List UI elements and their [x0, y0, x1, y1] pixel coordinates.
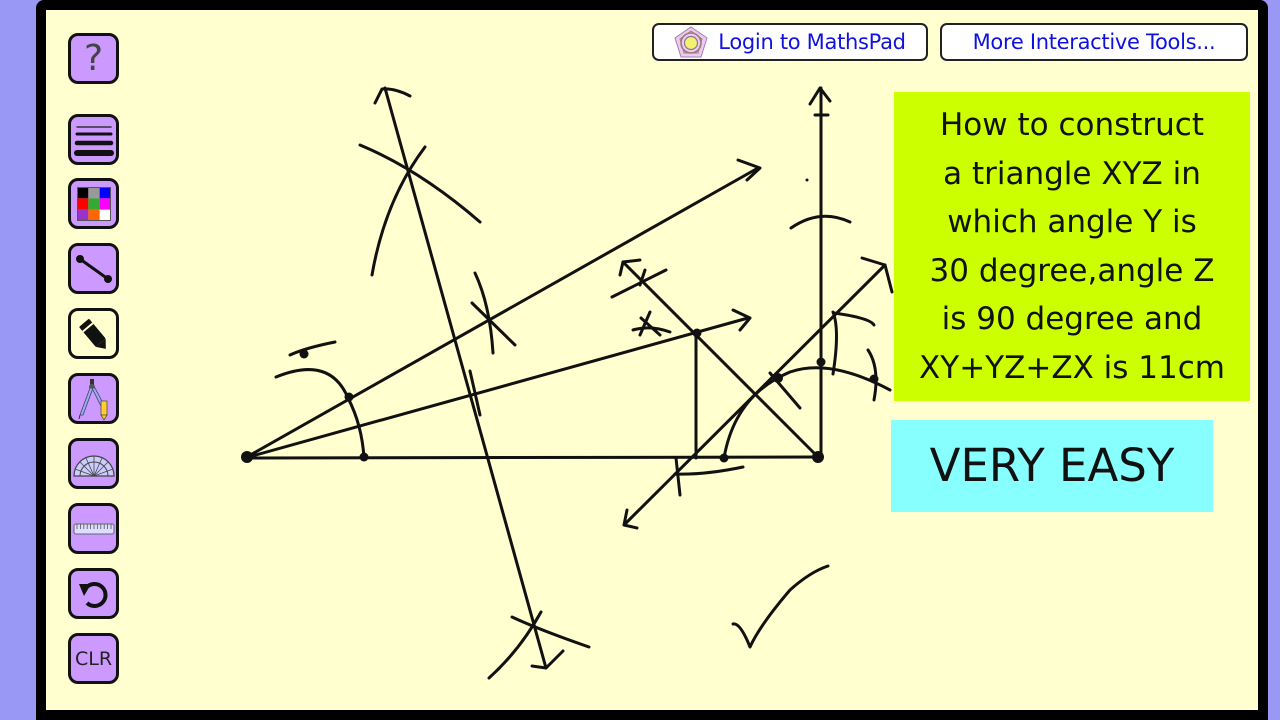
arc-mark-b2 [832, 311, 876, 327]
label-l: L [703, 147, 722, 187]
bisector-ray-a [243, 316, 750, 460]
point-arc-b-45 [773, 373, 783, 383]
point-a [241, 451, 253, 463]
label-y: Y [509, 469, 531, 509]
base-line-ab [243, 455, 820, 460]
point-arc-b-right [869, 374, 879, 384]
label-m: M [845, 102, 874, 142]
perpendicular-bisector-1 [383, 86, 548, 670]
question-line: which angle Y is [947, 204, 1197, 240]
question-line: 30 degree,angle Z [929, 252, 1215, 289]
perp-bisector-1-arrowhead-bottom [530, 649, 565, 670]
arc-top-2 [370, 145, 427, 277]
difficulty-tag: VERY EASY [891, 420, 1213, 512]
arc-bottom-1 [510, 615, 591, 649]
label-b: b [803, 474, 825, 514]
perp-bisector-1-arrowhead-top [373, 87, 412, 105]
label-a: a [236, 461, 257, 501]
point-arc-base [359, 452, 369, 462]
point-arc-l [344, 392, 354, 402]
check-mark [731, 564, 830, 649]
label-z: Z [672, 429, 690, 459]
question-line: How to construct [939, 107, 1204, 143]
point-arc-b-90 [816, 357, 826, 367]
cross-mark-x [631, 310, 672, 337]
point-arc-top [299, 349, 309, 359]
stray-dot [805, 178, 809, 182]
arc-mark-z [673, 465, 745, 476]
point-b [812, 451, 824, 463]
question-box: How to construct a triangle XYZ in which… [894, 92, 1250, 401]
ray-aL [243, 166, 760, 460]
point-arc-b-base [719, 453, 729, 463]
arc-mark-z2 [674, 456, 682, 497]
arc-mark-a [288, 340, 337, 357]
question-line: is 90 degree and [941, 301, 1203, 337]
point-x [692, 328, 702, 338]
question-line: XY+YZ+ZX is 11cm [919, 349, 1225, 386]
arc-mark-b3 [831, 310, 838, 376]
question-line: a triangle XYZ in [943, 155, 1201, 192]
